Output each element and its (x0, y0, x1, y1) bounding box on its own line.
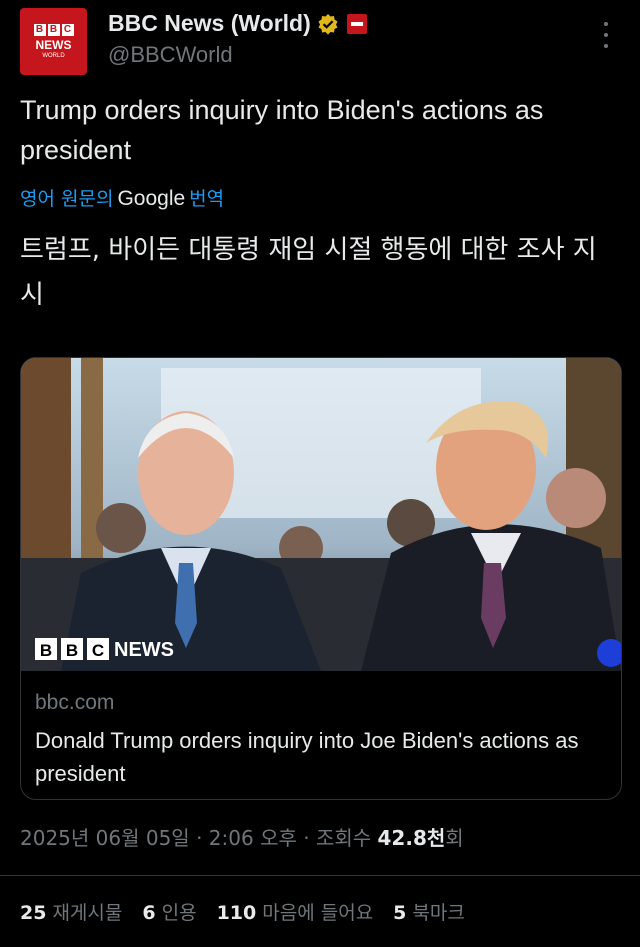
svg-text:NEWS: NEWS (114, 639, 174, 661)
translated-text: 트럼프, 바이든 대통령 재임 시절 행동에 대한 조사 지시 (20, 235, 597, 310)
likes-count: 110 (216, 902, 257, 924)
handle[interactable]: @BBCWorld (108, 42, 233, 68)
logo-letter: C (61, 23, 74, 36)
engagement-stats: 25 재게시물 6 인용 110 마음에 들어요 5 북마크 (20, 898, 465, 925)
logo-news-text: NEWS (35, 37, 72, 52)
article-image[interactable]: B B C NEWS (21, 358, 621, 671)
display-name[interactable]: BBC News (World) (108, 10, 311, 37)
reposts-stat[interactable]: 25 재게시물 (20, 898, 122, 925)
avatar[interactable]: B B C NEWS WORLD (20, 8, 87, 75)
bbc-news-watermark: B B C NEWS (35, 638, 174, 661)
views-label: 조회수 (315, 826, 372, 850)
translate-prefix: 영어 원문의 (20, 188, 114, 210)
translation-attribution[interactable]: 영어 원문의 Google 번역 (20, 184, 224, 211)
bookmarks-label: 북마크 (412, 902, 465, 924)
divider (0, 875, 640, 876)
name-row: BBC News (World) (108, 10, 367, 37)
quotes-label: 인용 (161, 902, 197, 924)
quotes-count: 6 (142, 902, 156, 924)
post-time[interactable]: 2:06 오후 (209, 826, 297, 850)
bbc-logo: B B C (33, 23, 74, 36)
card-title: Donald Trump orders inquiry into Joe Bid… (35, 728, 579, 786)
google-logo: Google (117, 187, 186, 210)
more-options-icon[interactable] (600, 22, 612, 48)
quotes-stat[interactable]: 6 인용 (142, 898, 196, 925)
tweet-detail: B B C NEWS WORLD BBC News (World) @BBCWo… (0, 0, 640, 947)
link-preview-card[interactable]: B B C NEWS bbc.com Donald Trump orders i… (20, 357, 622, 800)
verified-badge-icon[interactable] (317, 13, 339, 35)
reposts-count: 25 (20, 902, 47, 924)
reposts-label: 재게시물 (52, 902, 123, 924)
logo-letter: B (47, 23, 60, 36)
logo-world-text: WORLD (42, 52, 65, 59)
post-date[interactable]: 2025년 06월 05일 (20, 826, 190, 850)
logo-letter: B (33, 23, 46, 36)
separator: · (196, 826, 203, 850)
svg-text:B: B (66, 641, 78, 660)
likes-label: 마음에 들어요 (262, 902, 374, 924)
bookmarks-stat[interactable]: 5 북마크 (393, 898, 465, 925)
views-suffix: 회 (445, 826, 464, 850)
likes-stat[interactable]: 110 마음에 들어요 (217, 898, 374, 925)
tweet-meta: 2025년 06월 05일 · 2:06 오후 · 조회수 42.8천회 (20, 822, 464, 851)
tweet-text: Trump orders inquiry into Biden's action… (20, 95, 544, 165)
svg-text:C: C (92, 641, 104, 660)
bookmarks-count: 5 (393, 902, 407, 924)
views-count: 42.8천 (377, 826, 446, 850)
separator: · (303, 826, 310, 850)
svg-text:B: B (40, 641, 52, 660)
translate-suffix: 번역 (189, 188, 225, 210)
affiliation-badge-icon[interactable] (346, 13, 367, 34)
card-domain: bbc.com (35, 691, 115, 714)
